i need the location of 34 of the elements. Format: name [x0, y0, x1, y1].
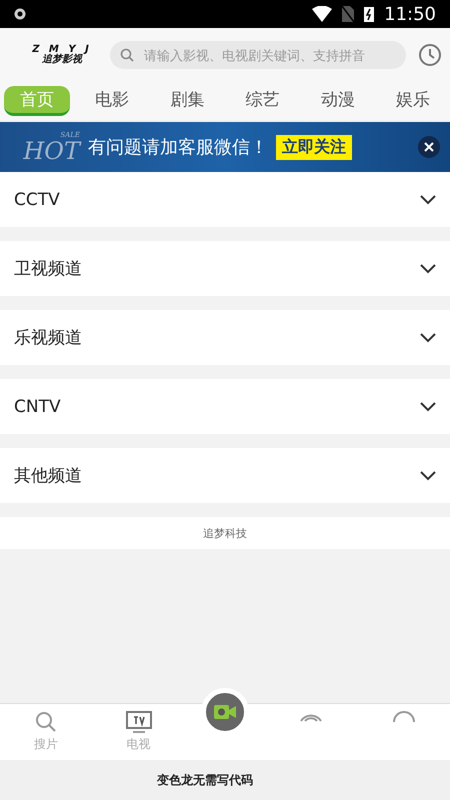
- logo-text: Z M Y J: [32, 45, 92, 55]
- notice-text: 变色龙无需写代码: [157, 772, 253, 788]
- banner-text: 有问题请加客服微信！: [88, 136, 268, 159]
- follow-button[interactable]: 立即关注: [276, 134, 352, 160]
- chevron-down-icon: [420, 402, 436, 412]
- category-tab[interactable]: 动漫: [304, 86, 371, 116]
- wifi-icon: [312, 6, 332, 22]
- search-icon: [120, 48, 134, 62]
- video-camera-icon: [214, 704, 236, 720]
- channel-group[interactable]: 乐视频道: [0, 310, 450, 365]
- history-icon[interactable]: [418, 43, 442, 67]
- chevron-down-icon: [420, 264, 436, 274]
- status-time: 11:50: [384, 4, 436, 24]
- channel-group[interactable]: 卫视频道: [0, 241, 450, 296]
- category-tab[interactable]: 电影: [79, 86, 146, 116]
- badge-text: HOT: [23, 138, 80, 162]
- footer-text: 追梦科技: [203, 526, 247, 540]
- tv-icon: [124, 710, 153, 734]
- channel-group[interactable]: 其他频道: [0, 448, 450, 503]
- search-icon: [34, 710, 58, 734]
- close-icon: [424, 142, 434, 152]
- channel-group[interactable]: CNTV: [0, 379, 450, 434]
- category-tab[interactable]: 娱乐: [380, 86, 446, 116]
- logo-text: 追梦影视: [42, 55, 82, 65]
- chevron-down-icon: [420, 194, 436, 204]
- close-button[interactable]: [418, 136, 440, 158]
- battery-icon: [364, 6, 374, 22]
- category-tab[interactable]: 剧集: [154, 86, 220, 116]
- chevron-down-icon: [420, 332, 436, 342]
- channel-group[interactable]: CCTV: [0, 172, 450, 227]
- no-sim-icon: [342, 6, 354, 22]
- category-tab[interactable]: 综艺: [230, 86, 296, 116]
- chevron-down-icon: [420, 470, 436, 480]
- search-field[interactable]: 请输入影视、电视剧关键词、支持拼音: [110, 41, 406, 69]
